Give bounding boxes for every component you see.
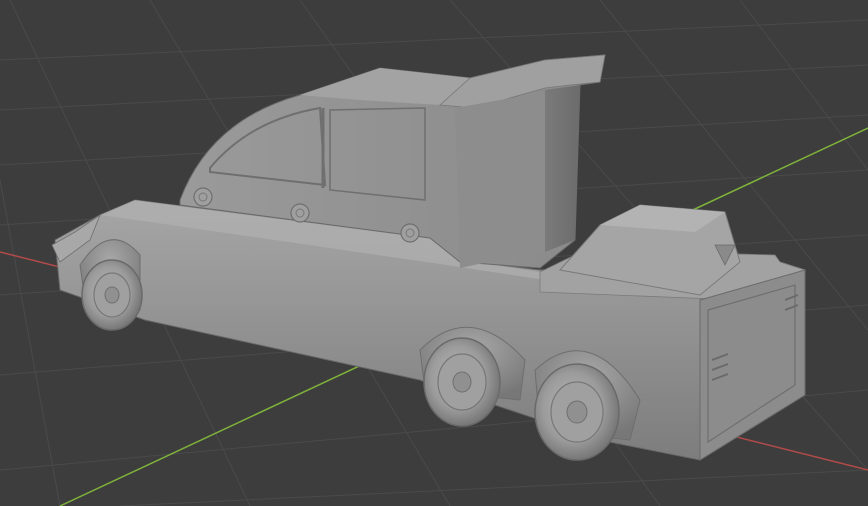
bolt — [290, 203, 310, 223]
viewport-canvas[interactable] — [0, 0, 868, 506]
3d-viewport[interactable] — [0, 0, 868, 506]
cab-back-face — [545, 85, 580, 252]
bolt — [193, 187, 213, 207]
wheel-rear-2 — [534, 363, 620, 461]
bolt — [400, 223, 420, 243]
wheel-front — [81, 259, 143, 331]
cab-rear-panel — [455, 92, 545, 268]
wheel-rear-1 — [423, 337, 501, 427]
truck-model[interactable] — [51, 54, 807, 461]
